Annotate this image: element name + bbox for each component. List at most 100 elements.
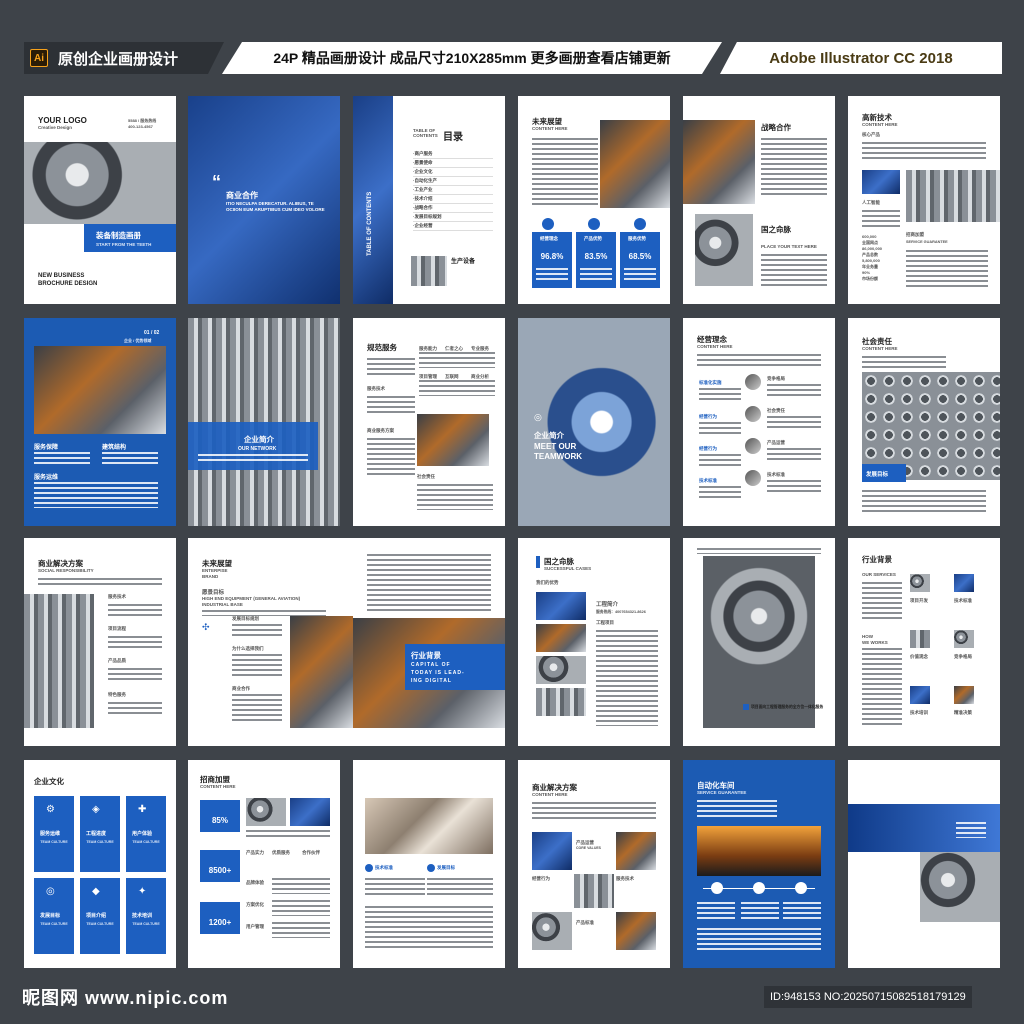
p22-sub: CONTENT HERE	[532, 792, 568, 797]
toc-footer-label: 生产设备	[451, 259, 476, 265]
p23-text-3	[783, 902, 821, 920]
header-center-banner: 24P 精品画册设计 成品尺寸210X285mm 更多画册查看店铺更新	[222, 42, 722, 74]
culture-icon-2: ◈	[92, 804, 100, 815]
p20-a: 产品实力	[246, 850, 264, 855]
p15-en-3: ING DIGITAL	[411, 678, 452, 684]
toc-side-image	[353, 96, 393, 304]
toc-item-label: ·战略合作	[413, 205, 433, 210]
p20-text-0	[246, 830, 330, 838]
toc-item-label: ·发展目标规划	[413, 214, 442, 219]
back-cover-text	[956, 822, 986, 838]
page-standard-service: 规范服务 服务能力 仁者之心 专业服务 项目管理 互联网 商业分析 服务技术 商…	[353, 318, 505, 526]
toc-item: ·发展目标规划	[413, 213, 493, 222]
p11-b: 竞争格局	[767, 376, 785, 381]
p4-sub: CONTENT HERE	[532, 126, 568, 131]
toc-list: ·商户服务 ·愿景使命 ·企业文化 ·自动化生产 ·工业产业 ·技术介绍 ·战略合作 ·发展目…	[413, 150, 493, 231]
toc-item-label: ·自动化生产	[413, 178, 437, 183]
toc-en: TABLE OF CONTENTS	[413, 128, 438, 138]
stat-3-value: 68.5%	[628, 252, 652, 261]
svc-img-5	[910, 686, 930, 704]
p13-text-a	[108, 604, 162, 618]
p9-grid-text-2	[419, 380, 495, 396]
team-icon: ◎	[534, 412, 542, 422]
p15-text	[367, 554, 491, 614]
toc-item-label: ·企业文化	[413, 169, 433, 174]
p18-c2: WE WORKS	[862, 640, 888, 645]
page-franchise: 招商加盟 CONTENT HERE 85% 8500+ 1200+ 产品实力 优…	[188, 760, 340, 968]
p23-text-2	[741, 902, 779, 920]
p12-text	[862, 490, 986, 512]
p19-en-6: TEAM CULTURE	[132, 922, 160, 926]
page-gears: 项目面向工程管理服务的全方位一体化服务	[683, 538, 835, 746]
case-image-4	[536, 688, 586, 716]
p16-a: 我们的优势	[536, 580, 559, 585]
toc-item: ·自动化生产	[413, 177, 493, 186]
p13-text-c	[108, 668, 162, 682]
sol-img-3	[574, 874, 614, 908]
p12-sub: CONTENT HERE	[862, 346, 898, 351]
logo-sub: Creative Design	[38, 125, 73, 130]
p11-h: 技术标准	[767, 472, 785, 477]
p22-intro	[532, 802, 656, 822]
p16-b: 工程简介	[596, 602, 619, 608]
toc-title: 目录	[443, 132, 463, 143]
back-cover-image	[920, 852, 1000, 922]
blue-structure-image	[188, 96, 340, 304]
stat-2-label: 产品优势	[584, 236, 602, 241]
p9-g: 服务技术	[367, 386, 385, 391]
stat-3-label: 服务优势	[628, 236, 646, 241]
page-high-tech: 高新技术 CONTENT HERE 核心产品 人工智能 600,000 全国网点…	[848, 96, 1000, 304]
p7-label-c: 服务运维	[34, 475, 59, 481]
p11-icon-3	[745, 438, 761, 454]
p19-en-2: TEAM CULTURE	[86, 840, 114, 844]
p14-text-c	[232, 654, 282, 678]
p16-text	[596, 630, 658, 726]
steel-tubes-image	[24, 594, 94, 728]
culture-icon-1: ⚙	[46, 804, 55, 815]
watermark: 昵图网 www.nipic.com	[22, 988, 229, 1008]
p23-text-4	[697, 928, 821, 950]
p11-g: 技术标准	[699, 478, 717, 483]
franchise-img-1	[246, 798, 286, 826]
p18-c: HOW	[862, 634, 873, 639]
p23-sub: SERVICE GUARANTEE	[697, 790, 747, 795]
p16-b-sub: 服务热线：4007654321-8626	[596, 610, 646, 614]
toc-item: ·商户服务	[413, 150, 493, 159]
sol-img-1	[532, 832, 572, 870]
p21-text-b	[427, 878, 493, 898]
assembly-line-image	[34, 346, 166, 434]
p16-sub: SUCCESSFUL CASES	[544, 566, 592, 571]
warehouse-image-small	[862, 170, 900, 194]
toc-item-label: ·愿景使命	[413, 160, 433, 165]
p18-title: 行业背景	[862, 555, 892, 564]
p14-a: 愿景目标	[202, 590, 225, 596]
svc-img-1	[910, 574, 930, 592]
p19-e: 项目介绍	[86, 913, 107, 919]
p23-node-3	[795, 882, 807, 894]
p19-en-3: TEAM CULTURE	[132, 840, 160, 844]
p19-b: 工程进度	[86, 831, 107, 837]
p9-grid-text-1	[419, 352, 495, 368]
toc-vertical-text: TABLE OF CONTENTS	[367, 191, 373, 256]
culture-icon-3: ✚	[138, 804, 147, 815]
p2-subtitle: ITIO NECULPA DERECATUR. ALIBUS, TE OCIIO…	[226, 201, 325, 212]
page-business-solutions-2: 商业解决方案 CONTENT HERE 产品运营 CORE VALUES 经营行…	[518, 760, 670, 968]
p19-title: 企业文化	[34, 777, 64, 786]
svc-img-3	[910, 630, 930, 648]
p13-d: 特色服务	[108, 692, 126, 697]
page-future-outlook: 未来展望 CONTENT HERE 经营理念 产品优势 服务优势 96.8% 8…	[518, 96, 670, 304]
p6-text-1	[862, 142, 986, 160]
p12-intro	[862, 356, 946, 368]
sol-img-2	[616, 832, 656, 870]
p6-sub-2: 核心产品	[862, 132, 880, 137]
p6-text-2	[862, 210, 900, 228]
cover-line-1: NEW BUSINESS	[38, 273, 85, 279]
p14-c: 为什么选择我们	[232, 646, 264, 651]
stat-2-text	[580, 268, 612, 282]
p5-title-2: 国之命脉	[761, 225, 791, 234]
p20-v3: 1200+	[208, 918, 232, 927]
page-successful-cases: 国之命脉 SUCCESSFUL CASES 我们的优势 工程简介 服务热线：40…	[518, 538, 670, 746]
p11-icon-2	[745, 406, 761, 422]
page-automated-workshop: 自动化车间 SERVICE GUARANTEE	[683, 760, 835, 968]
page-meet-team: ◎ 企业简介 MEET OUR TEAMWORK	[518, 318, 670, 526]
